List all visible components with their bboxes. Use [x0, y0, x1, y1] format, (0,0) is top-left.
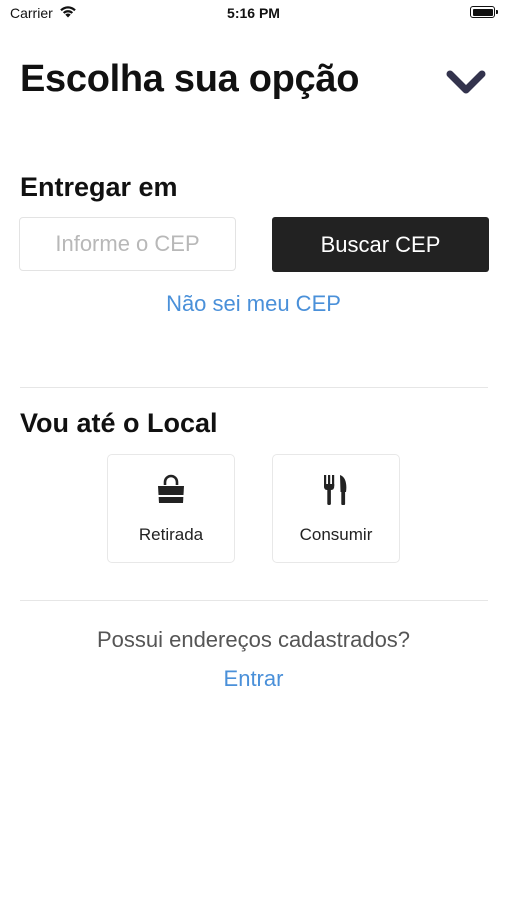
saved-addresses-question: Possui endereços cadastrados? — [96, 627, 411, 652]
status-time: 5:16 PM — [227, 5, 280, 21]
fork-knife-icon — [273, 473, 399, 507]
no-cep-link[interactable]: Não sei meu CEP — [0, 291, 507, 317]
screen: Carrier 5:16 PM Escolha sua opção Entreg… — [0, 0, 507, 900]
shopping-bag-icon — [108, 473, 234, 507]
dine-in-option-label: Consumir — [299, 525, 373, 544]
search-cep-button[interactable]: Buscar CEP — [272, 217, 489, 272]
page-title: Escolha sua opção — [20, 58, 360, 100]
dine-in-option-card[interactable]: Consumir — [272, 454, 400, 563]
login-link[interactable]: Entrar — [0, 666, 507, 692]
status-bar: Carrier 5:16 PM — [0, 0, 507, 28]
divider — [20, 600, 488, 601]
battery-icon — [470, 6, 498, 18]
cep-input[interactable] — [19, 217, 236, 271]
chevron-down-icon[interactable] — [444, 66, 488, 98]
status-right — [470, 6, 498, 18]
pickup-option-card[interactable]: Retirada — [107, 454, 235, 563]
local-section-title: Vou até o Local — [20, 408, 218, 438]
delivery-section-title: Entregar em — [20, 172, 178, 202]
pickup-option-label: Retirada — [138, 525, 204, 544]
divider — [20, 387, 488, 388]
